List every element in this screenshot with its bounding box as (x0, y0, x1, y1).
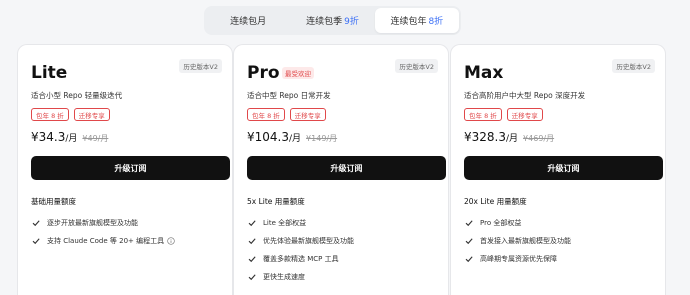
check-icon (248, 256, 256, 263)
price-amount: ¥328.3 (464, 130, 506, 144)
migration-tag: 迁移专享 (73, 108, 110, 121)
check-icon (248, 238, 256, 245)
tab-monthly[interactable]: 连续包月 (206, 8, 290, 33)
feature-text: Pro 全部权益 (480, 219, 522, 227)
upgrade-button[interactable]: 升级订阅 (464, 156, 663, 180)
feature-text: 逐步开放最新旗舰模型及功能 (47, 219, 138, 227)
plan-name: Lite (31, 63, 68, 83)
migration-tag: 迁移专享 (289, 108, 326, 121)
price-period: /月 (289, 134, 302, 144)
plan-price: ¥328.3 /月 ¥469/月 (464, 130, 554, 144)
plan-name: Max (464, 63, 504, 83)
upgrade-button[interactable]: 升级订阅 (247, 156, 446, 180)
tab-label: 连续包年 (390, 17, 427, 27)
plan-card-pro: Pro 最受欢迎 历史版本V2 适合中型 Repo 日常开发 包年 8 折 迁移… (233, 44, 449, 295)
feature-item: Lite 全部权益 (247, 214, 354, 232)
tab-label: 连续包月 (230, 17, 267, 27)
plan-description: 适合中型 Repo 日常开发 (247, 91, 331, 100)
most-popular-badge: 最受欢迎 (282, 67, 314, 79)
feature-item: Pro 全部权益 (464, 214, 571, 232)
plan-description: 适合小型 Repo 轻量级迭代 (31, 91, 123, 100)
feature-item: 覆盖多款精选 MCP 工具 (247, 250, 354, 268)
check-icon (465, 220, 473, 227)
plan-price: ¥104.3 /月 ¥149/月 (247, 130, 337, 144)
plan-quota: 基础用量额度 (31, 197, 76, 206)
feature-text: 高峰期专属资源优先保障 (480, 255, 557, 263)
tab-quarterly[interactable]: 连续包季 9折 (290, 8, 374, 33)
plan-quota: 5x Lite 用量额度 (247, 197, 305, 206)
history-version-badge[interactable]: 历史版本V2 (612, 59, 655, 73)
check-icon (465, 238, 473, 245)
yearly-discount-tag: 包年 8 折 (31, 108, 69, 121)
original-price: ¥469/月 (523, 134, 555, 143)
feature-text: Lite 全部权益 (263, 219, 307, 227)
feature-item: 高峰期专属资源优先保障 (464, 250, 571, 268)
feature-text: 覆盖多款精选 MCP 工具 (263, 255, 339, 263)
price-period: /月 (65, 134, 78, 144)
original-price: ¥149/月 (306, 134, 338, 143)
feature-text: 支持 Claude Code 等 20+ 编程工具 (47, 237, 165, 245)
plan-price: ¥34.3 /月 ¥49/月 (31, 130, 108, 144)
feature-item: 逐步开放最新旗舰模型及功能 (31, 214, 175, 232)
price-period: /月 (506, 134, 519, 144)
check-icon (248, 220, 256, 227)
plan-quota: 20x Lite 用量额度 (464, 197, 527, 206)
history-version-badge[interactable]: 历史版本V2 (395, 59, 438, 73)
feature-item: 首发接入最新旗舰模型及功能 (464, 232, 571, 250)
feature-item: 优先体验最新旗舰模型及功能 (247, 232, 354, 250)
check-icon (465, 256, 473, 263)
feature-item: 更快生成速度 (247, 268, 354, 286)
migration-tag: 迁移专享 (506, 108, 543, 121)
info-icon[interactable] (167, 237, 175, 245)
check-icon (32, 238, 40, 245)
feature-list: Pro 全部权益 首发接入最新旗舰模型及功能 高峰期专属资源优先保障 (464, 214, 571, 268)
feature-text: 更快生成速度 (263, 273, 305, 281)
plan-description: 适合高阶用户中大型 Repo 深度开发 (464, 91, 586, 100)
yearly-discount-tag: 包年 8 折 (464, 108, 502, 121)
feature-text: 优先体验最新旗舰模型及功能 (263, 237, 354, 245)
tab-yearly[interactable]: 连续包年 8折 (374, 8, 459, 33)
price-amount: ¥34.3 (31, 130, 66, 144)
feature-list: Lite 全部权益 优先体验最新旗舰模型及功能 覆盖多款精选 MCP 工具 更快… (247, 214, 354, 286)
tab-label: 连续包季 (306, 17, 343, 27)
feature-text: 首发接入最新旗舰模型及功能 (480, 237, 571, 245)
plan-card-lite: Lite 历史版本V2 适合小型 Repo 轻量级迭代 包年 8 折 迁移专享 … (17, 44, 233, 295)
billing-period-tabs: 连续包月 连续包季 9折 连续包年 8折 (204, 6, 461, 35)
feature-list: 逐步开放最新旗舰模型及功能 支持 Claude Code 等 20+ 编程工具 (31, 214, 175, 250)
price-amount: ¥104.3 (247, 130, 289, 144)
check-icon (32, 220, 40, 227)
history-version-badge[interactable]: 历史版本V2 (179, 59, 222, 73)
original-price: ¥49/月 (82, 134, 109, 143)
feature-item: 支持 Claude Code 等 20+ 编程工具 (31, 232, 175, 250)
tab-discount: 9折 (344, 17, 359, 27)
yearly-discount-tag: 包年 8 折 (247, 108, 285, 121)
upgrade-button[interactable]: 升级订阅 (31, 156, 230, 180)
check-icon (248, 274, 256, 281)
tab-discount: 8折 (428, 17, 444, 27)
plan-name: Pro (247, 63, 280, 83)
plan-card-max: Max 历史版本V2 适合高阶用户中大型 Repo 深度开发 包年 8 折 迁移… (450, 44, 666, 295)
